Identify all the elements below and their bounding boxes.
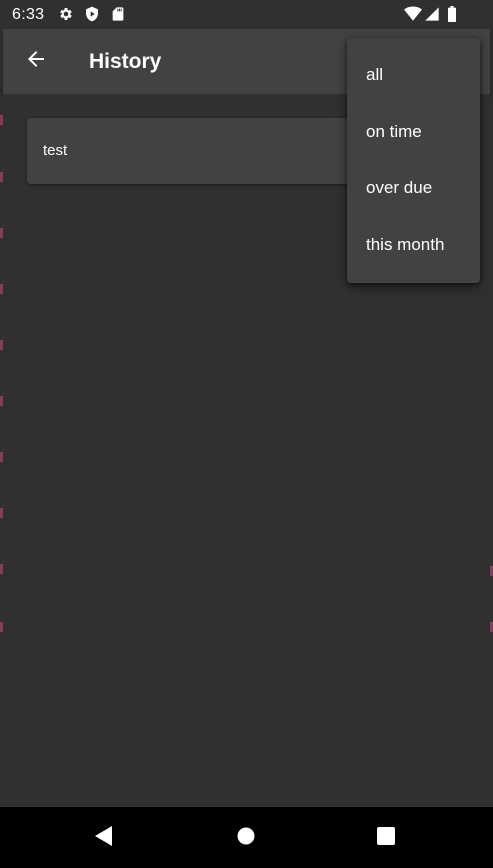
cell-signal-icon bbox=[424, 6, 440, 22]
menu-item-label: on time bbox=[366, 122, 422, 141]
list-item[interactable]: test bbox=[27, 118, 387, 184]
menu-item-all[interactable]: all bbox=[347, 47, 480, 103]
edge-marker bbox=[0, 172, 3, 182]
system-nav-bar bbox=[0, 807, 493, 868]
edge-marker bbox=[0, 622, 3, 632]
menu-item-over-due[interactable]: over due bbox=[347, 160, 480, 216]
page-title: History bbox=[89, 50, 162, 73]
battery-icon bbox=[446, 6, 458, 22]
edge-marker bbox=[0, 228, 3, 238]
sd-card-icon bbox=[110, 6, 126, 22]
edge-marker bbox=[0, 340, 3, 350]
nav-back-icon bbox=[95, 825, 113, 851]
app-screen: 6:33 History test all on time over due t… bbox=[0, 0, 493, 868]
edge-marker bbox=[0, 115, 3, 125]
nav-home-icon bbox=[237, 827, 255, 850]
edge-marker bbox=[0, 396, 3, 406]
edge-marker bbox=[0, 284, 3, 294]
nav-recents-icon bbox=[377, 826, 395, 850]
status-time: 6:33 bbox=[12, 6, 45, 23]
menu-item-this-month[interactable]: this month bbox=[347, 217, 480, 273]
arrow-back-icon bbox=[24, 47, 48, 76]
shield-play-icon bbox=[84, 6, 100, 22]
edge-marker bbox=[0, 564, 3, 574]
edge-marker bbox=[0, 508, 3, 518]
menu-item-on-time[interactable]: on time bbox=[347, 104, 480, 160]
nav-recents-button[interactable] bbox=[371, 823, 401, 853]
wifi-icon bbox=[404, 6, 422, 22]
menu-item-label: this month bbox=[366, 235, 445, 254]
filter-popup-menu: all on time over due this month bbox=[347, 38, 480, 283]
gear-icon bbox=[58, 6, 74, 22]
nav-home-button[interactable] bbox=[231, 823, 261, 853]
menu-item-label: over due bbox=[366, 178, 433, 197]
list-item-label: test bbox=[43, 142, 68, 159]
status-bar: 6:33 bbox=[0, 0, 493, 29]
back-button[interactable] bbox=[20, 45, 52, 77]
nav-back-button[interactable] bbox=[89, 823, 119, 853]
edge-marker bbox=[0, 452, 3, 462]
menu-item-label: all bbox=[366, 65, 384, 84]
